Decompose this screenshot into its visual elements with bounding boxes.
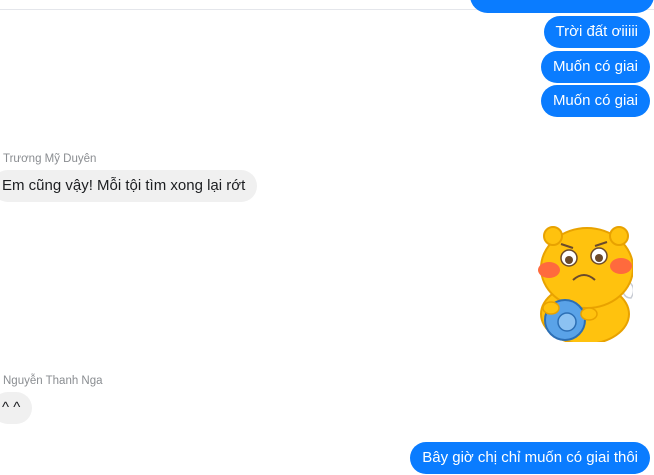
- previous-message-bubble[interactable]: [470, 0, 654, 13]
- outgoing-message-2[interactable]: Muốn có giai: [540, 51, 650, 83]
- sender-name: Nguyễn Thanh Nga: [3, 375, 103, 387]
- incoming-message-2[interactable]: ^ ^: [0, 392, 33, 424]
- crying-yellow-creature-sticker[interactable]: [533, 224, 635, 345]
- outgoing-message-3[interactable]: Muốn có giai: [540, 85, 650, 117]
- incoming-message-1[interactable]: Em cũng vậy! Mỗi tội tìm xong lại rớt: [0, 170, 258, 202]
- sender-name: Trương Mỹ Duyên: [3, 153, 97, 165]
- outgoing-message-4[interactable]: Bây giờ chị chỉ muốn có giai thôi: [410, 442, 650, 474]
- outgoing-message-1[interactable]: Trời đất ơiiiii: [543, 16, 650, 48]
